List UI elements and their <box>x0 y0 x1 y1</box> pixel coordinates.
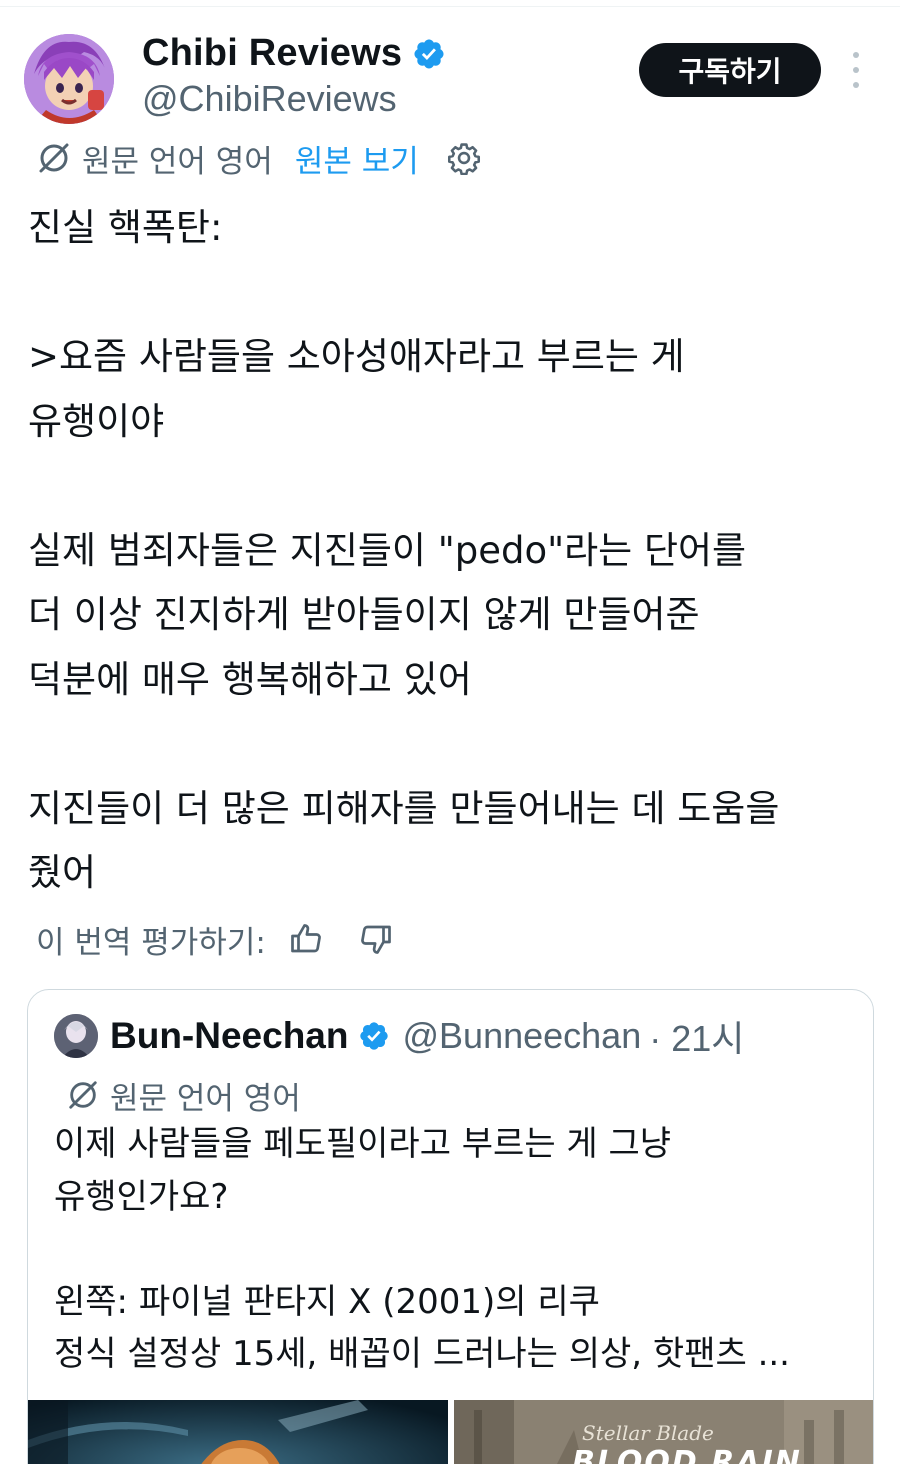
translate-icon <box>66 1078 100 1112</box>
subscribe-button[interactable]: 구독하기 <box>639 43 821 97</box>
quoted-avatar[interactable] <box>54 1014 98 1058</box>
original-language-label: 원문 언어 영어 <box>82 143 273 180</box>
quoted-media-image-left[interactable] <box>28 1400 448 1464</box>
quoted-display-name[interactable]: Bun-Neechan <box>110 1015 348 1057</box>
quoted-timestamp[interactable]: · 21시 <box>649 1010 744 1062</box>
thumbs-up-icon[interactable] <box>288 921 324 957</box>
quoted-header: Bun-Neechan @Bunneechan · 21시 <box>54 1012 744 1060</box>
top-divider <box>0 6 900 7</box>
quoted-tweet[interactable]: Bun-Neechan @Bunneechan · 21시 원문 언어 영어 이… <box>27 989 874 1464</box>
quoted-handle[interactable]: @Bunneechan <box>402 1015 641 1057</box>
quoted-translation-bar: 원문 언어 영어 <box>66 1072 301 1118</box>
display-name[interactable]: Chibi Reviews <box>142 32 402 75</box>
translation-bar: 원문 언어 영어 원본 보기 <box>36 136 481 180</box>
handle[interactable]: @ChibiReviews <box>142 78 397 120</box>
gear-icon[interactable] <box>447 141 481 176</box>
tweet-header: Chibi Reviews @ChibiReviews 구독하기 <box>24 30 874 126</box>
name-row: Chibi Reviews <box>142 32 446 75</box>
quoted-original-language-label: 원문 언어 영어 <box>110 1080 301 1117</box>
view-original-link[interactable]: 원본 보기 <box>295 136 419 181</box>
tweet-text: 진실 핵폭탄: >요즘 사람들을 소아성애자라고 부르는 게 유행이야 실제 범… <box>28 206 780 894</box>
avatar[interactable] <box>24 34 114 124</box>
quoted-media-image-right[interactable]: Stellar Blade BLOOD RAIN <box>454 1400 873 1464</box>
quoted-text: 이제 사람들을 페도필이라고 부르는 게 그냥 유행인가요? 왼쪽: 파이널 판… <box>54 1124 790 1374</box>
verified-badge-icon <box>412 37 446 71</box>
stellar-blade-logo-script: Stellar Blade <box>582 1421 714 1445</box>
verified-badge-icon <box>358 1020 390 1052</box>
more-vert-icon[interactable] <box>846 52 866 88</box>
translate-icon <box>36 140 72 176</box>
rate-translation-label: 이 번역 평가하기: <box>36 924 266 961</box>
rate-translation-row: 이 번역 평가하기: <box>36 916 394 962</box>
blood-rain-logo-title: BLOOD RAIN <box>572 1445 802 1464</box>
thumbs-down-icon[interactable] <box>358 921 394 957</box>
